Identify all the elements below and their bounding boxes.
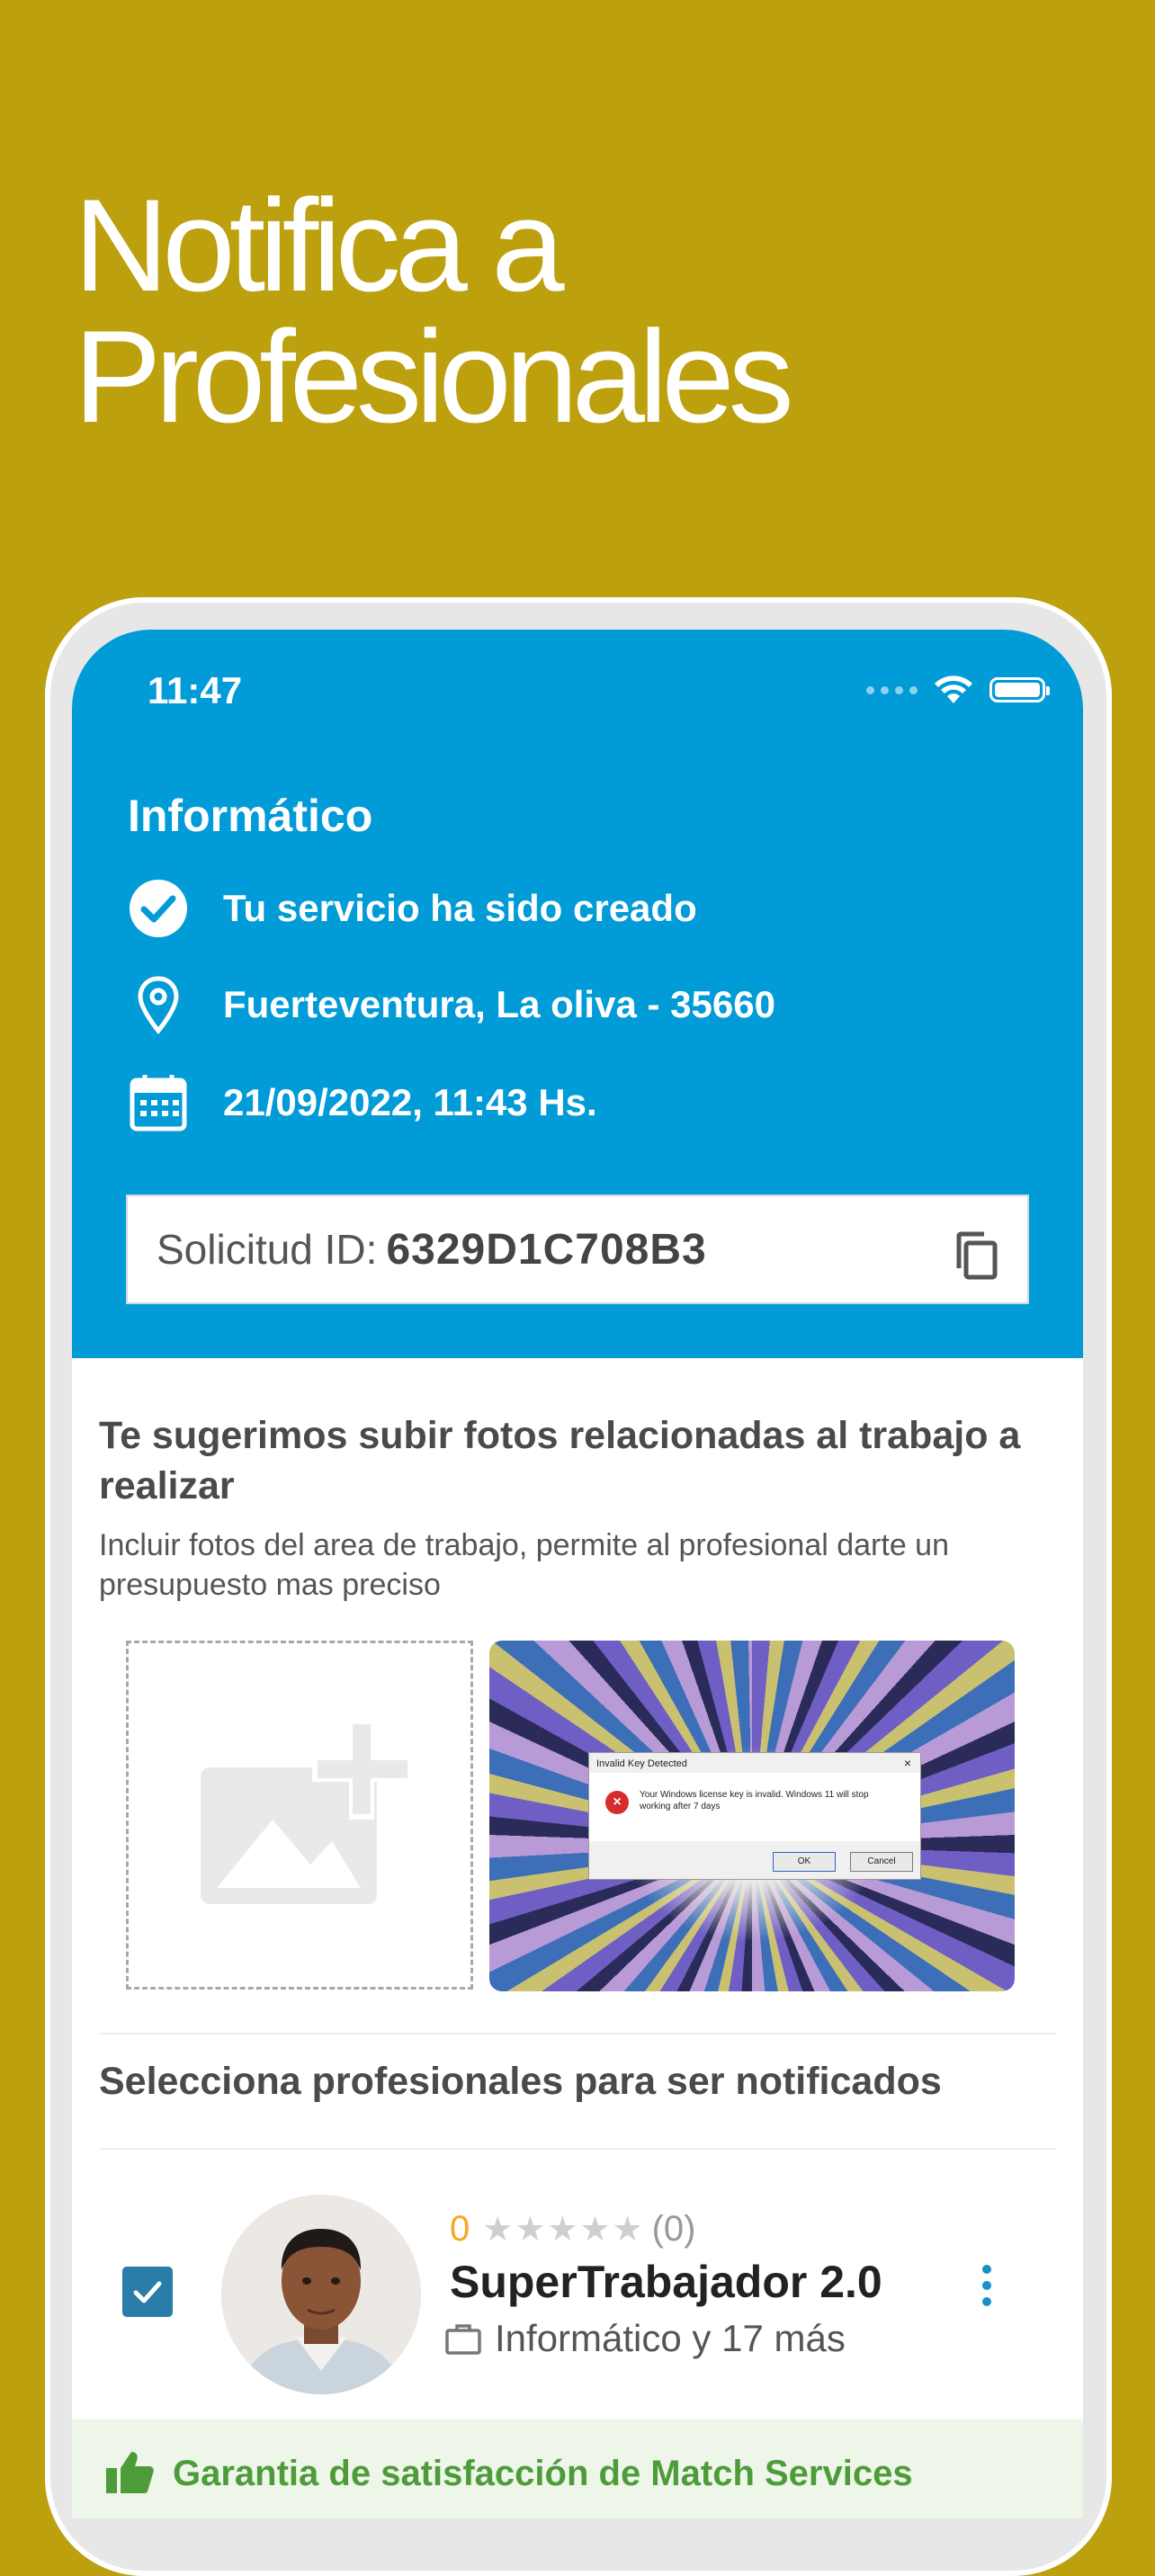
uploaded-photo[interactable]: Invalid Key Detected × × Your Windows li… [489, 1641, 1015, 1991]
battery-icon [989, 677, 1050, 702]
error-icon: × [605, 1791, 629, 1814]
dialog-close-icon: × [903, 1756, 911, 1770]
status-icons [866, 675, 1050, 705]
request-id-value: 6329D1C708B3 [386, 1225, 707, 1274]
photo-dialog-ok: OK [773, 1852, 836, 1872]
professional-checkbox[interactable] [122, 2267, 173, 2317]
divider [99, 2033, 1056, 2035]
guarantee-banner: Garantia de satisfacción de Match Servic… [72, 2419, 1083, 2518]
rating-stars-icon: ★★★★★ [482, 2211, 645, 2249]
professional-rating: 0 ★★★★★ (0) [450, 2209, 695, 2250]
request-id-box: Solicitud ID: 6329D1C708B3 [126, 1194, 1029, 1304]
add-photo-button[interactable] [126, 1641, 473, 1990]
photo-dialog-cancel: Cancel [850, 1852, 913, 1872]
service-location-row: Fuerteventura, La oliva - 35660 [128, 974, 775, 1035]
briefcase-icon [445, 2324, 481, 2355]
check-circle-icon [128, 878, 189, 939]
photo-dialog-title: Invalid Key Detected [596, 1758, 687, 1769]
rating-value: 0 [450, 2209, 470, 2249]
service-location: Fuerteventura, La oliva - 35660 [223, 983, 775, 1025]
service-header: 11:47 Informático Tu servicio ha sido cr… [72, 630, 1083, 1358]
checkmark-icon [133, 2281, 162, 2303]
divider [99, 2148, 1056, 2150]
professional-name: SuperTrabajador 2.0 [450, 2257, 882, 2307]
photo-dialog: Invalid Key Detected × × Your Windows li… [588, 1752, 921, 1880]
professional-categories-row: Informático y 17 más [444, 2317, 846, 2360]
service-created-row: Tu servicio ha sido creado [128, 878, 697, 939]
calendar-icon [128, 1072, 189, 1133]
rating-count: (0) [651, 2209, 696, 2249]
photo-dialog-body: × Your Windows license key is invalid. W… [589, 1773, 920, 1841]
app-screen: 11:47 Informático Tu servicio ha sido cr… [72, 630, 1083, 2518]
guarantee-text: Garantia de satisfacción de Match Servic… [173, 2454, 913, 2493]
signal-dots-icon [866, 685, 918, 694]
service-created-text: Tu servicio ha sido creado [223, 887, 697, 929]
location-pin-icon [128, 974, 189, 1035]
promo-headline: Notifica a Profesionales [74, 172, 794, 450]
request-id-label: Solicitud ID: [157, 1226, 378, 1273]
wifi-icon [935, 675, 972, 703]
professionals-section-title: Selecciona profesionales para ser notifi… [99, 2060, 942, 2103]
service-date-row: 21/09/2022, 11:43 Hs. [128, 1072, 597, 1133]
headline-line-1: Notifica a [74, 172, 565, 318]
headline-line-2: Profesionales [74, 303, 794, 450]
photos-section-title: Te sugerimos subir fotos relacionadas al… [99, 1414, 1021, 1507]
thumbs-up-icon [106, 2452, 154, 2493]
more-options-icon[interactable] [982, 2265, 991, 2306]
status-time: 11:47 [148, 669, 243, 711]
add-image-icon [201, 1721, 407, 1904]
professional-avatar [221, 2195, 421, 2394]
service-datetime: 21/09/2022, 11:43 Hs. [223, 1081, 597, 1123]
professional-categories: Informático y 17 más [495, 2317, 846, 2359]
photos-section-description: Incluir fotos del area de trabajo, permi… [99, 1528, 949, 1602]
service-title: Informático [128, 791, 373, 841]
copy-icon[interactable] [954, 1230, 998, 1285]
photo-dialog-message: Your Windows license key is invalid. Win… [640, 1790, 869, 1811]
